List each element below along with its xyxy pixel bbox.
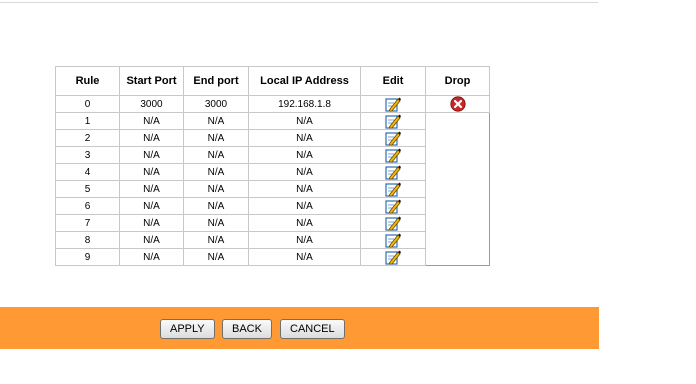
- edit-pencil-icon[interactable]: [385, 249, 401, 265]
- edit-pencil-icon[interactable]: [385, 215, 401, 231]
- rule-cell: 4: [55, 163, 120, 181]
- drop-cell: [426, 181, 490, 198]
- rule-cell: 8: [55, 231, 120, 249]
- end-port-cell: N/A: [183, 112, 249, 130]
- rule-cell: 3: [55, 146, 120, 164]
- edit-cell: [360, 95, 426, 113]
- end-port-cell: N/A: [183, 129, 249, 147]
- rule-cell: 7: [55, 214, 120, 232]
- rule-cell: 5: [55, 180, 120, 198]
- table-row: 1 N/A N/A N/A: [55, 112, 490, 130]
- drop-cell: [426, 249, 490, 266]
- edit-cell: [360, 248, 426, 266]
- header-rule: Rule: [55, 66, 120, 96]
- local-ip-cell: N/A: [248, 231, 361, 249]
- edit-pencil-icon[interactable]: [385, 113, 401, 129]
- edit-cell: [360, 214, 426, 232]
- start-port-cell: N/A: [119, 231, 184, 249]
- local-ip-cell: N/A: [248, 197, 361, 215]
- drop-cell: [426, 198, 490, 215]
- table-row: 9 N/A N/A N/A: [55, 248, 490, 266]
- start-port-cell: N/A: [119, 146, 184, 164]
- start-port-cell: N/A: [119, 197, 184, 215]
- end-port-cell: N/A: [183, 214, 249, 232]
- edit-cell: [360, 112, 426, 130]
- rule-cell: 2: [55, 129, 120, 147]
- start-port-cell: N/A: [119, 248, 184, 266]
- end-port-cell: N/A: [183, 146, 249, 164]
- edit-pencil-icon[interactable]: [385, 232, 401, 248]
- start-port-cell: 3000: [119, 95, 184, 113]
- start-port-cell: N/A: [119, 112, 184, 130]
- start-port-cell: N/A: [119, 163, 184, 181]
- edit-pencil-icon[interactable]: [385, 198, 401, 214]
- drop-cell: [426, 147, 490, 164]
- header-start-port: Start Port: [119, 66, 184, 96]
- local-ip-cell: N/A: [248, 248, 361, 266]
- edit-pencil-icon[interactable]: [385, 130, 401, 146]
- table-row: 3 N/A N/A N/A: [55, 146, 490, 164]
- delete-x-icon[interactable]: [449, 96, 466, 112]
- drop-cell: [426, 130, 490, 147]
- table-row: 5 N/A N/A N/A: [55, 180, 490, 198]
- table-row: 2 N/A N/A N/A: [55, 129, 490, 147]
- edit-cell: [360, 129, 426, 147]
- start-port-cell: N/A: [119, 214, 184, 232]
- edit-pencil-icon[interactable]: [385, 181, 401, 197]
- edit-cell: [360, 163, 426, 181]
- top-divider: [0, 0, 598, 3]
- header-edit: Edit: [360, 66, 426, 96]
- drop-cell: [426, 113, 490, 130]
- local-ip-cell: N/A: [248, 163, 361, 181]
- rule-cell: 0: [55, 95, 120, 113]
- rule-cell: 9: [55, 248, 120, 266]
- end-port-cell: 3000: [183, 95, 249, 113]
- header-drop: Drop: [425, 66, 490, 96]
- local-ip-cell: 192.168.1.8: [248, 95, 361, 113]
- cancel-button[interactable]: CANCEL: [280, 319, 345, 339]
- drop-cell: [425, 95, 490, 113]
- local-ip-cell: N/A: [248, 129, 361, 147]
- edit-pencil-icon[interactable]: [385, 147, 401, 163]
- drop-cell: [426, 164, 490, 181]
- header-local-ip-address: Local IP Address: [248, 66, 361, 96]
- table-row: 7 N/A N/A N/A: [55, 214, 490, 232]
- port-forwarding-rules-table: Rule Start Port End port Local IP Addres…: [55, 66, 490, 266]
- table-row: 4 N/A N/A N/A: [55, 163, 490, 181]
- local-ip-cell: N/A: [248, 112, 361, 130]
- local-ip-cell: N/A: [248, 214, 361, 232]
- table-row: 6 N/A N/A N/A: [55, 197, 490, 215]
- edit-cell: [360, 180, 426, 198]
- footer-bar: APPLY BACK CANCEL: [0, 307, 599, 349]
- table-header-row: Rule Start Port End port Local IP Addres…: [55, 66, 490, 96]
- edit-cell: [360, 231, 426, 249]
- end-port-cell: N/A: [183, 231, 249, 249]
- start-port-cell: N/A: [119, 180, 184, 198]
- edit-pencil-icon[interactable]: [385, 164, 401, 180]
- edit-cell: [360, 197, 426, 215]
- edit-cell: [360, 146, 426, 164]
- table-row: 8 N/A N/A N/A: [55, 231, 490, 249]
- start-port-cell: N/A: [119, 129, 184, 147]
- drop-cell: [426, 215, 490, 232]
- end-port-cell: N/A: [183, 163, 249, 181]
- local-ip-cell: N/A: [248, 180, 361, 198]
- drop-cell: [426, 232, 490, 249]
- end-port-cell: N/A: [183, 248, 249, 266]
- apply-button[interactable]: APPLY: [160, 319, 215, 339]
- table-row: 0 3000 3000 192.168.1.8: [55, 95, 490, 113]
- rule-cell: 1: [55, 112, 120, 130]
- local-ip-cell: N/A: [248, 146, 361, 164]
- rule-cell: 6: [55, 197, 120, 215]
- header-end-port: End port: [183, 66, 249, 96]
- end-port-cell: N/A: [183, 180, 249, 198]
- edit-pencil-icon[interactable]: [385, 96, 401, 112]
- back-button[interactable]: BACK: [222, 319, 272, 339]
- end-port-cell: N/A: [183, 197, 249, 215]
